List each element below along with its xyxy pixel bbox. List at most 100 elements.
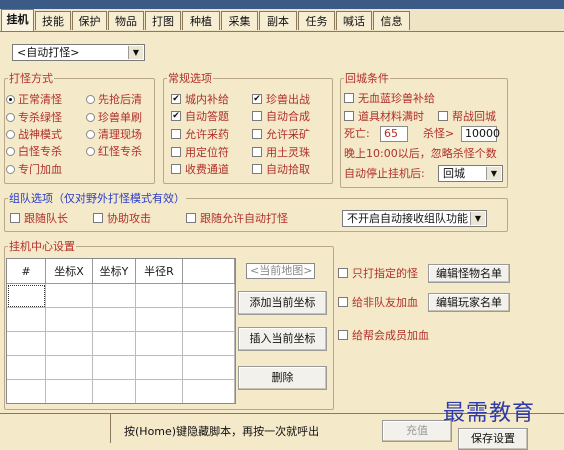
divider (110, 414, 111, 443)
tab-info[interactable]: 信息 (373, 11, 410, 30)
check-only-specified[interactable]: 只打指定的怪 (338, 267, 418, 281)
check-no-hp-mp-pet[interactable]: 无血蓝珍兽补给 (344, 92, 435, 106)
radio-heal-only[interactable]: 专门加血 (6, 163, 62, 177)
chevron-down-icon[interactable]: ▼ (470, 212, 485, 225)
mode-select[interactable]: <自动打怪> ▼ (12, 44, 145, 61)
checkbox-icon (171, 129, 181, 139)
death-count-input[interactable]: 65 (380, 126, 408, 142)
checkbox-icon (252, 129, 262, 139)
radio-grab-first[interactable]: 先抢后清 (86, 93, 142, 107)
check-pet-fight[interactable]: 珍兽出战 (252, 93, 310, 107)
tab-protect[interactable]: 保护 (72, 11, 107, 30)
checkbox-icon (252, 111, 262, 121)
current-map-field[interactable]: <当前地图> (246, 263, 315, 279)
checkbox-icon (252, 94, 262, 104)
radio-pet-solo[interactable]: 珍兽单刷 (86, 111, 142, 125)
night-note: 晚上10:00以后，忽略杀怪个数 (344, 147, 497, 160)
tab-guaji[interactable]: 挂机 (1, 9, 34, 31)
tab-map[interactable]: 打图 (145, 11, 181, 30)
return-conditions-title: 回城条件 (344, 72, 390, 85)
edit-monster-list-button[interactable]: 编辑怪物名单 (428, 264, 510, 283)
radio-icon (6, 130, 15, 139)
table-row[interactable] (7, 283, 235, 308)
add-coordinate-button[interactable]: 添加当前坐标 (238, 291, 327, 315)
col-index[interactable]: # (7, 259, 46, 284)
col-blank (182, 259, 235, 284)
check-follow-leader[interactable]: 跟随队长 (10, 212, 68, 226)
checkbox-icon (171, 164, 181, 174)
check-auto-combine[interactable]: 自动合成 (252, 110, 310, 124)
chevron-down-icon[interactable]: ▼ (128, 46, 143, 59)
team-receive-select[interactable]: 不开启自动接收组队功能 ▼ (342, 210, 487, 227)
radio-red-only[interactable]: 红怪专杀 (86, 145, 142, 159)
check-bag-full[interactable]: 道具材料满时 (344, 110, 424, 124)
check-heal-non-team[interactable]: 给非队友加血 (338, 296, 418, 310)
chevron-down-icon[interactable]: ▼ (486, 167, 501, 180)
tab-gather[interactable]: 采集 (221, 11, 258, 30)
death-label: 死亡: (344, 127, 370, 140)
check-assist-attack[interactable]: 协助攻击 (93, 212, 151, 226)
tab-dungeon[interactable]: 副本 (259, 11, 297, 30)
coordinate-table[interactable]: # 坐标X 坐标Y 半径R (6, 258, 236, 404)
check-follow-auto-attack[interactable]: 跟随允许自动打怪 (186, 212, 288, 226)
radio-war-god[interactable]: 战神模式 (6, 128, 62, 142)
auto-stop-label: 自动停止挂机后: (344, 167, 425, 180)
watermark-logo: 最需教育 (443, 401, 536, 426)
radio-clean-scene[interactable]: 清理现场 (86, 128, 142, 142)
check-auto-pickup[interactable]: 自动拾取 (252, 163, 310, 177)
kill-label: 杀怪> (423, 127, 455, 140)
team-receive-value: 不开启自动接收组队功能 (347, 212, 468, 225)
checkbox-icon (338, 330, 348, 340)
tab-shout[interactable]: 喊话 (336, 11, 372, 30)
radio-icon (86, 113, 95, 122)
checkbox-icon (252, 164, 262, 174)
tab-quest[interactable]: 任务 (298, 11, 335, 30)
checkbox-icon (344, 93, 354, 103)
insert-coordinate-button[interactable]: 插入当前坐标 (238, 327, 327, 351)
radio-icon (6, 113, 15, 122)
check-paid-channel[interactable]: 收费通道 (171, 163, 229, 177)
hotkey-hint: 按(Home)键隐藏脚本，再按一次就呼出 (124, 425, 320, 438)
radio-icon (86, 130, 95, 139)
tab-skills[interactable]: 技能 (35, 11, 71, 30)
checkbox-icon (338, 268, 348, 278)
tab-plant[interactable]: 种植 (182, 11, 220, 30)
checkbox-icon (171, 94, 181, 104)
attack-mode-title: 打怪方式 (8, 72, 54, 85)
check-city-supply[interactable]: 城内补给 (171, 93, 229, 107)
col-y[interactable]: 坐标Y (92, 259, 136, 284)
table-row[interactable] (7, 307, 235, 332)
title-bar-strip (0, 0, 564, 9)
save-settings-button[interactable]: 保存设置 (458, 428, 528, 450)
radio-white-only[interactable]: 白怪专杀 (6, 145, 62, 159)
kill-count-input[interactable]: 10000 (461, 126, 500, 142)
col-radius[interactable]: 半径R (135, 259, 183, 284)
auto-stop-value: 回城 (443, 167, 465, 180)
edit-player-list-button[interactable]: 编辑玩家名单 (428, 293, 510, 312)
checkbox-icon (171, 147, 181, 157)
radio-normal-clear[interactable]: 正常清怪 (6, 93, 62, 107)
check-auto-answer[interactable]: 自动答题 (171, 110, 229, 124)
delete-button[interactable]: 删除 (238, 366, 327, 390)
checkbox-icon (338, 297, 348, 307)
check-guild-war-return[interactable]: 帮战回城 (438, 110, 496, 124)
check-allow-herb[interactable]: 允许采药 (171, 128, 229, 142)
check-earth-pearl[interactable]: 用土灵珠 (252, 146, 310, 160)
general-options-title: 常规选项 (167, 72, 213, 85)
radio-icon (6, 95, 15, 104)
table-row[interactable] (7, 331, 235, 356)
radio-green-only[interactable]: 专杀绿怪 (6, 111, 62, 125)
check-heal-guild[interactable]: 给帮会成员加血 (338, 329, 429, 343)
check-allow-mine[interactable]: 允许采矿 (252, 128, 310, 142)
checkbox-icon (186, 213, 196, 223)
team-options-title: 组队选项（仅对野外打怪模式有效） (8, 192, 186, 205)
recharge-button[interactable]: 充值 (382, 420, 452, 442)
col-x[interactable]: 坐标X (45, 259, 93, 284)
tab-items[interactable]: 物品 (108, 11, 144, 30)
checkbox-icon (252, 147, 262, 157)
table-row[interactable] (7, 379, 235, 403)
table-row[interactable] (7, 355, 235, 380)
checkbox-icon (438, 111, 448, 121)
auto-stop-select[interactable]: 回城 ▼ (438, 165, 503, 182)
check-use-locator[interactable]: 用定位符 (171, 146, 229, 160)
